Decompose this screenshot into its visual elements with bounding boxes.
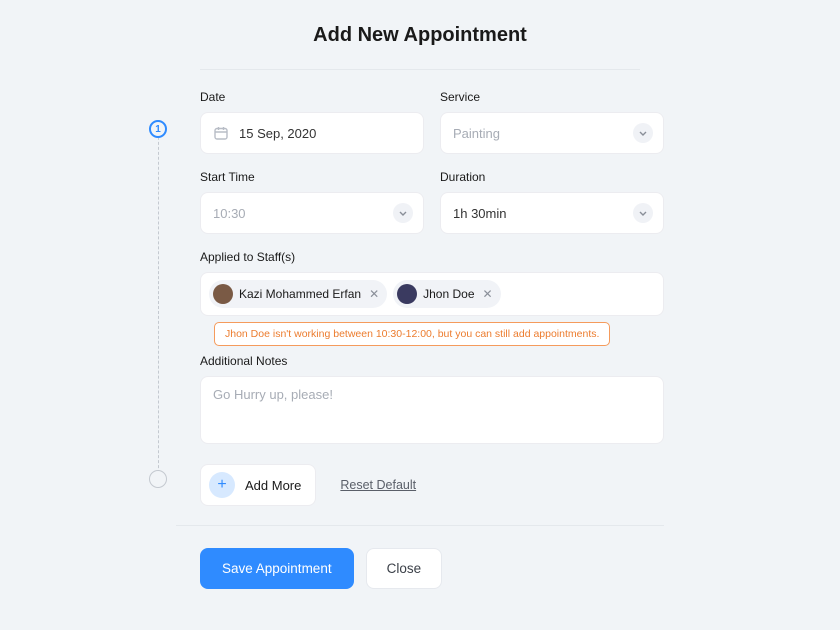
add-more-button[interactable]: + Add More	[200, 464, 316, 506]
chip-label: Kazi Mohammed Erfan	[239, 287, 361, 301]
chevron-down-icon	[633, 203, 653, 223]
start-time-select[interactable]: 10:30	[200, 192, 424, 234]
divider-bottom	[176, 525, 664, 526]
reset-default-link[interactable]: Reset Default	[340, 478, 416, 492]
remove-chip-button[interactable]: ✕	[483, 287, 493, 301]
service-select[interactable]: Painting	[440, 112, 664, 154]
duration-value: 1h 30min	[453, 206, 506, 221]
staff-multiselect[interactable]: Kazi Mohammed Erfan ✕ Jhon Doe ✕	[200, 272, 664, 316]
add-more-label: Add More	[245, 478, 301, 493]
staff-chip: Jhon Doe ✕	[393, 280, 500, 308]
avatar-icon	[213, 284, 233, 304]
staff-chip: Kazi Mohammed Erfan ✕	[209, 280, 387, 308]
duration-select[interactable]: 1h 30min	[440, 192, 664, 234]
date-field[interactable]: 15 Sep, 2020	[200, 112, 424, 154]
divider-top	[200, 69, 640, 70]
notes-placeholder: Go Hurry up, please!	[213, 387, 333, 402]
page-title: Add New Appointment	[0, 0, 840, 47]
date-label: Date	[200, 90, 424, 104]
notes-label: Additional Notes	[200, 354, 664, 368]
save-button[interactable]: Save Appointment	[200, 548, 354, 589]
staff-label: Applied to Staff(s)	[200, 250, 664, 264]
timeline-line	[158, 122, 159, 488]
remove-chip-button[interactable]: ✕	[369, 287, 379, 301]
service-value: Painting	[453, 126, 500, 141]
start-time-value: 10:30	[213, 206, 246, 221]
chevron-down-icon	[633, 123, 653, 143]
close-button[interactable]: Close	[366, 548, 443, 589]
notes-textarea[interactable]: Go Hurry up, please!	[200, 376, 664, 444]
date-value: 15 Sep, 2020	[239, 126, 316, 141]
service-label: Service	[440, 90, 664, 104]
warning-tooltip: Jhon Doe isn't working between 10:30-12:…	[214, 322, 610, 346]
chevron-down-icon	[393, 203, 413, 223]
step-indicator-end	[149, 470, 167, 488]
start-time-label: Start Time	[200, 170, 424, 184]
step-indicator-1: 1	[149, 120, 167, 138]
plus-icon: +	[209, 472, 235, 498]
avatar-icon	[397, 284, 417, 304]
duration-label: Duration	[440, 170, 664, 184]
calendar-icon	[213, 125, 229, 141]
chip-label: Jhon Doe	[423, 287, 474, 301]
